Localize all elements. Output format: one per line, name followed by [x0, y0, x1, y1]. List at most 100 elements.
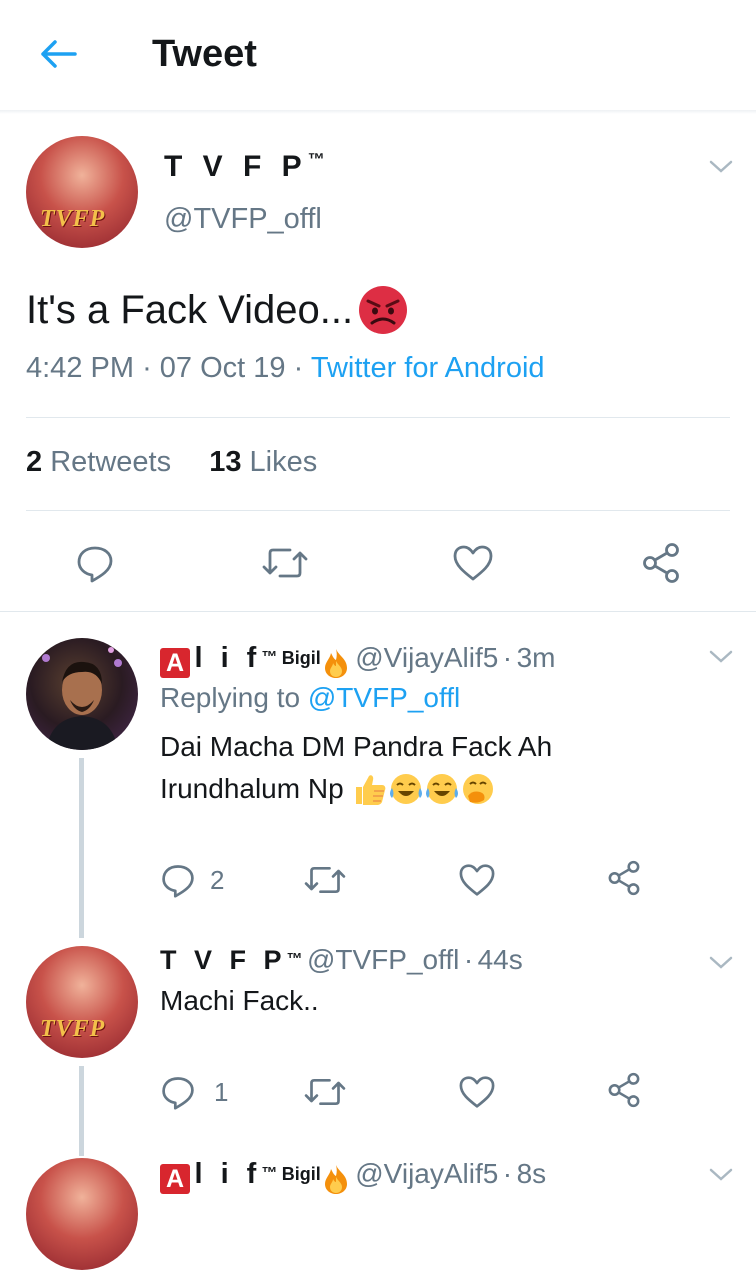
reply-icon [162, 865, 194, 898]
avatar-logo-text: TVFP [40, 206, 106, 232]
reply-icon [162, 1077, 194, 1110]
meta-separator: · [463, 944, 474, 975]
reply-text-line: Irundhalum Np [160, 768, 552, 810]
reply-count: 1 [214, 1076, 229, 1107]
retweets-count: 2 [26, 446, 43, 478]
reply-author-handle[interactable]: @TVFP_offl [307, 944, 459, 975]
retweet-button[interactable] [258, 540, 312, 586]
thread-line [79, 758, 84, 938]
reply-time: 44s [477, 944, 523, 975]
reply-author-handle[interactable]: @VijayAlif5 [355, 1158, 498, 1189]
meta-separator: · [502, 642, 513, 673]
back-button[interactable] [38, 34, 80, 74]
header-shadow [0, 110, 756, 114]
name-badge: A [160, 647, 190, 678]
divider [26, 510, 730, 511]
retweet-button[interactable] [304, 1072, 346, 1112]
reply-button[interactable] [70, 540, 120, 586]
face-with-tears-of-joy-emoji [389, 774, 422, 804]
reply-time: 8s [516, 1158, 547, 1189]
reply-header: T V F P™ @TVFP_offl · 44s [160, 942, 523, 983]
chevron-down-icon [709, 1168, 733, 1181]
reply-avatar[interactable]: TVFP [26, 946, 138, 1058]
reply-button[interactable]: 1 [160, 1072, 228, 1112]
likes-stat[interactable]: 13 Likes [209, 446, 317, 478]
chevron-down-icon [709, 650, 733, 663]
author-name[interactable]: T V F P™ [164, 150, 325, 184]
author-avatar[interactable]: TVFP [26, 136, 138, 248]
reply-header: A l i f™ Bigil @VijayAlif5 · 8s [160, 1156, 546, 1197]
reply-menu-chevron[interactable] [708, 954, 734, 977]
meta-separator: · [293, 352, 304, 384]
reply-author-name[interactable]: l i f [194, 642, 261, 674]
chevron-down-icon [709, 956, 733, 969]
chevron-down-icon [709, 160, 733, 173]
tweet-menu-chevron[interactable] [708, 158, 734, 181]
name-badge: A [160, 1163, 190, 1194]
page-title: Tweet [152, 33, 257, 75]
back-arrow-icon [41, 40, 77, 68]
like-button[interactable] [448, 540, 498, 586]
reply-text: Machi Fack.. [160, 985, 319, 1016]
avatar-portrait [42, 647, 122, 750]
bigil-label: Bigil [281, 648, 321, 668]
share-button[interactable] [636, 540, 686, 586]
thumbs-up-emoji [355, 775, 386, 805]
top-bar [0, 0, 756, 111]
trademark: ™ [261, 649, 278, 666]
likes-count: 13 [209, 446, 242, 478]
fire-emoji [324, 648, 347, 678]
replying-to-label: Replying to [160, 682, 301, 713]
tweet-text: It's a Fack Video... [26, 284, 409, 336]
tweet-date: 07 Oct 19 [159, 352, 286, 384]
retweet-button[interactable] [304, 860, 346, 900]
trademark: ™ [286, 951, 303, 968]
divider [0, 611, 756, 612]
replying-to-handle[interactable]: @TVFP_offl [308, 682, 460, 713]
author-name-text: T V F P [164, 150, 308, 183]
retweet-icon [304, 866, 346, 894]
retweets-stat[interactable]: 2 Retweets [26, 446, 171, 478]
reply-count: 2 [210, 864, 225, 895]
share-icon [608, 1072, 640, 1108]
retweet-icon [304, 1078, 346, 1106]
reply-author-name[interactable]: T V F P [160, 945, 287, 975]
reply-text-line: Dai Macha DM Pandra Fack Ah [160, 731, 553, 762]
reply-time: 3m [516, 642, 556, 673]
share-icon [608, 860, 640, 896]
reply-menu-chevron[interactable] [708, 648, 734, 671]
reply-avatar[interactable] [26, 1158, 138, 1270]
reply-menu-chevron[interactable] [708, 1166, 734, 1189]
heart-icon [459, 1076, 495, 1108]
bigil-label: Bigil [281, 1164, 321, 1184]
like-button[interactable] [458, 860, 496, 900]
face-with-tears-of-joy-emoji [425, 774, 458, 804]
likes-label: Likes [249, 446, 318, 478]
like-button[interactable] [458, 1072, 496, 1112]
tweet-time: 4:42 PM [26, 352, 134, 384]
reply-avatar[interactable] [26, 638, 138, 750]
face-with-hand-over-mouth-emoji [462, 774, 493, 804]
author-handle[interactable]: @TVFP_offl [164, 203, 322, 236]
replying-to: Replying to @TVFP_offl [160, 682, 460, 714]
reply-author-name[interactable]: l i f [194, 1158, 261, 1190]
reply-author-handle[interactable]: @VijayAlif5 [355, 642, 498, 673]
tweet-meta: 4:42 PM · 07 Oct 19 · Twitter for Androi… [26, 352, 545, 385]
reply-icon [77, 546, 113, 583]
heart-icon [453, 545, 493, 581]
tweet-body: It's a Fack Video... [26, 287, 354, 332]
thread-line [79, 1066, 84, 1156]
angry-face-emoji [359, 286, 408, 334]
share-button[interactable] [606, 858, 642, 898]
tweet-stats: 2 Retweets 13 Likes [26, 446, 317, 479]
divider [26, 417, 730, 418]
meta-separator: · [142, 352, 152, 384]
trademark: ™ [261, 1165, 278, 1182]
trademark: ™ [307, 150, 325, 169]
retweets-label: Retweets [50, 446, 172, 478]
reply-button[interactable]: 2 [160, 860, 224, 900]
tweet-source-link[interactable]: Twitter for Android [311, 352, 545, 384]
share-icon [643, 543, 679, 583]
reply-header: A l i f™ Bigil @VijayAlif5 · 3m [160, 640, 555, 681]
share-button[interactable] [606, 1070, 642, 1110]
